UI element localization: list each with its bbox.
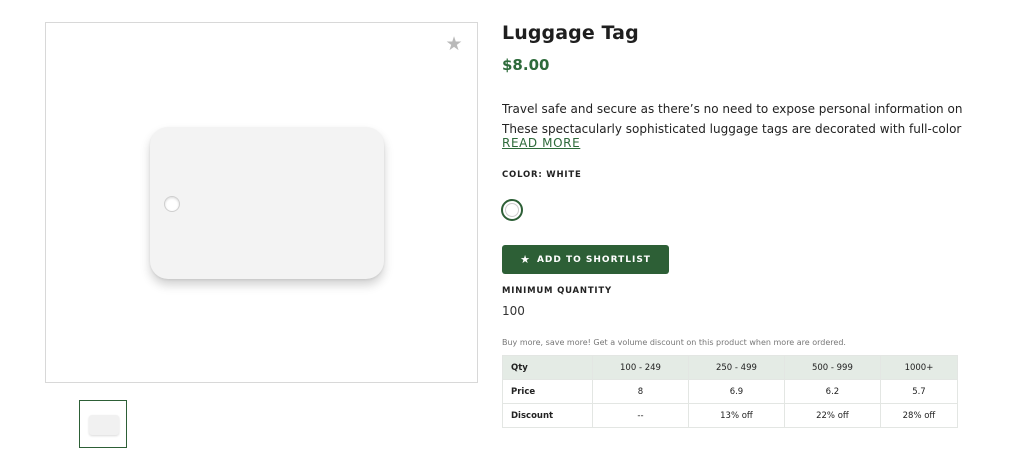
product-image-frame: ★ — [45, 22, 478, 383]
table-row: Price 8 6.9 6.2 5.7 — [502, 379, 959, 404]
table-cell: 8 — [592, 379, 689, 404]
swatch-fill — [505, 203, 519, 217]
thumbnail-tag-image — [89, 415, 119, 435]
add-to-shortlist-button[interactable]: ★ ADD TO SHORTLIST — [502, 245, 669, 274]
luggage-tag-image — [150, 127, 384, 279]
table-header-row: Qty 100 - 249 250 - 499 500 - 999 1000+ — [502, 355, 959, 380]
product-description: Travel safe and secure as there’s no nee… — [502, 99, 962, 139]
description-line: Travel safe and secure as there’s no nee… — [502, 102, 962, 116]
read-more-link[interactable]: READ MORE — [502, 136, 580, 150]
table-cell: 5.7 — [879, 379, 959, 404]
favorite-star-icon[interactable]: ★ — [445, 35, 463, 54]
table-cell: -- — [592, 403, 689, 428]
star-icon: ★ — [520, 253, 531, 266]
table-header-cell: 1000+ — [879, 355, 959, 380]
table-cell: 28% off — [879, 403, 959, 428]
table-cell: Price — [502, 379, 593, 404]
color-label: COLOR: WHITE — [502, 170, 582, 180]
minimum-quantity-value: 100 — [502, 304, 525, 318]
volume-pricing-table: Qty 100 - 249 250 - 499 500 - 999 1000+ … — [502, 355, 959, 428]
product-thumbnail[interactable] — [79, 400, 127, 448]
table-cell: Discount — [502, 403, 593, 428]
product-price: $8.00 — [502, 56, 550, 74]
table-cell: 6.9 — [687, 379, 785, 404]
table-cell: 22% off — [783, 403, 881, 428]
shortlist-button-label: ADD TO SHORTLIST — [536, 254, 651, 265]
color-swatch-white[interactable] — [501, 199, 523, 221]
volume-discount-note: Buy more, save more! Get a volume discou… — [502, 338, 846, 347]
table-cell: 6.2 — [783, 379, 881, 404]
table-header-cell: Qty — [502, 355, 593, 380]
table-cell: 13% off — [687, 403, 785, 428]
tag-hole — [164, 196, 180, 212]
table-header-cell: 500 - 999 — [783, 355, 881, 380]
table-header-cell: 250 - 499 — [687, 355, 785, 380]
table-header-cell: 100 - 249 — [592, 355, 689, 380]
table-row: Discount -- 13% off 22% off 28% off — [502, 403, 959, 428]
minimum-quantity-label: MINIMUM QUANTITY — [502, 286, 612, 296]
product-title: Luggage Tag — [502, 22, 639, 44]
